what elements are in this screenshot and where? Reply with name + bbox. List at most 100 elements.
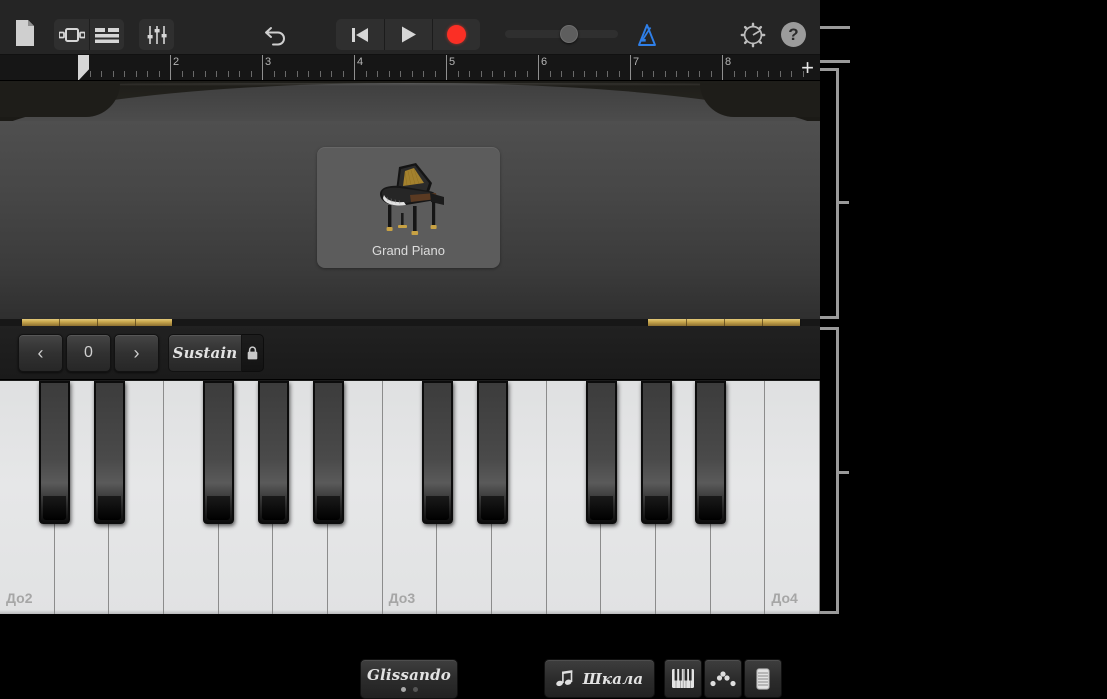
ruler-beat-tick bbox=[331, 71, 332, 77]
ruler-beat-tick bbox=[572, 71, 574, 77]
ruler-beat-tick bbox=[526, 71, 528, 77]
settings-button[interactable] bbox=[738, 20, 768, 50]
track-list-icon bbox=[95, 27, 119, 43]
view-tracks-button[interactable] bbox=[54, 19, 89, 50]
view-track-list-button[interactable] bbox=[89, 19, 124, 50]
ruler-bar-mark bbox=[262, 55, 263, 80]
piano-lid-notch-left bbox=[0, 83, 120, 117]
page-dot-2[interactable] bbox=[412, 687, 418, 692]
sustain-lock-button[interactable] bbox=[242, 334, 264, 372]
ruler-beat-tick bbox=[193, 71, 194, 77]
lock-icon bbox=[247, 346, 258, 360]
undo-arrow-icon bbox=[265, 26, 285, 45]
ruler-beat-tick bbox=[492, 71, 493, 77]
ruler-beat-tick bbox=[319, 71, 321, 77]
callout-keyboard-tick bbox=[836, 471, 849, 474]
ruler-beat-tick bbox=[469, 71, 470, 77]
brass-segment-right bbox=[648, 319, 800, 326]
keyboard-view-buttons bbox=[664, 659, 782, 698]
ruler-beat-tick bbox=[791, 71, 792, 77]
ruler-beat-tick bbox=[365, 71, 367, 77]
metronome-button[interactable] bbox=[632, 19, 662, 51]
octave-control: ‹ 0 › bbox=[18, 334, 159, 372]
record-button[interactable] bbox=[432, 19, 480, 50]
ruler-bar-mark bbox=[722, 55, 723, 80]
black-key[interactable] bbox=[257, 381, 289, 524]
glissando-button[interactable]: Glissando bbox=[360, 659, 458, 699]
play-icon bbox=[401, 26, 416, 43]
ruler-bar-number: 2 bbox=[173, 56, 180, 68]
volume-knob[interactable] bbox=[560, 25, 578, 43]
ruler-beat-tick bbox=[607, 71, 608, 77]
ruler-beat-tick bbox=[342, 71, 344, 77]
piano-keyboard[interactable]: До2 До3 До4 bbox=[0, 381, 820, 614]
black-key[interactable] bbox=[312, 381, 344, 524]
gear-icon bbox=[740, 22, 766, 48]
white-key-label: До3 bbox=[388, 590, 416, 606]
undo-button[interactable] bbox=[260, 19, 292, 50]
callout-track-area-cap-1 bbox=[820, 68, 839, 71]
ruler-beat-tick bbox=[768, 71, 769, 77]
timeline-ruler[interactable]: 12345678 + bbox=[0, 55, 820, 81]
play-button[interactable] bbox=[384, 19, 432, 50]
black-key[interactable] bbox=[93, 381, 125, 524]
ruler-beat-tick bbox=[779, 71, 781, 77]
record-icon bbox=[447, 25, 466, 44]
ruler-beat-tick bbox=[101, 71, 102, 77]
ruler-beat-tick bbox=[434, 71, 436, 77]
view-toggle-group bbox=[54, 19, 124, 50]
ruler-beat-tick bbox=[227, 71, 229, 77]
ruler-bar-mark bbox=[446, 55, 447, 80]
ruler-beat-tick bbox=[745, 71, 746, 77]
ruler-beat-tick bbox=[216, 71, 217, 77]
ruler-bar-mark bbox=[170, 55, 171, 80]
instrument-card[interactable]: Grand Piano bbox=[317, 147, 500, 268]
page-dot-1[interactable] bbox=[400, 687, 406, 692]
white-key-label: До2 bbox=[6, 590, 33, 606]
mixer-button[interactable] bbox=[139, 19, 174, 50]
ruler-bar-mark bbox=[538, 55, 539, 80]
metronome-icon bbox=[638, 24, 656, 46]
help-button[interactable]: ? bbox=[781, 22, 806, 47]
ruler-beat-tick bbox=[733, 71, 735, 77]
master-volume-slider[interactable] bbox=[505, 25, 618, 43]
ruler-beat-tick bbox=[641, 71, 643, 77]
ruler-beat-tick bbox=[400, 71, 401, 77]
ruler-beat-tick bbox=[653, 71, 654, 77]
black-key[interactable] bbox=[39, 381, 71, 524]
ruler-beat-tick bbox=[423, 71, 424, 77]
white-key[interactable]: До4 bbox=[765, 381, 820, 614]
ruler-bar-number: 7 bbox=[633, 56, 640, 68]
octave-down-button[interactable]: ‹ bbox=[18, 334, 63, 372]
rewind-button[interactable] bbox=[336, 19, 384, 50]
ruler-beat-tick bbox=[503, 71, 505, 77]
scale-button[interactable]: Шкала bbox=[544, 659, 655, 698]
sustain-button[interactable]: Sustain bbox=[168, 334, 242, 372]
black-key[interactable] bbox=[640, 381, 672, 524]
black-key[interactable] bbox=[203, 381, 235, 524]
my-songs-button[interactable] bbox=[12, 18, 38, 48]
keyboard-layout-button[interactable] bbox=[664, 659, 702, 698]
ruler-beat-tick bbox=[388, 71, 390, 77]
keyboard-control-bar: ‹ 0 › Sustain Glissando Шкала bbox=[0, 326, 820, 699]
callout-track-area-spine bbox=[836, 68, 839, 319]
ruler-beat-tick bbox=[181, 71, 183, 77]
black-key[interactable] bbox=[476, 381, 508, 524]
arpeggiator-button[interactable] bbox=[704, 659, 742, 698]
brass-segment-left bbox=[22, 319, 172, 326]
instrument-card-label: Grand Piano bbox=[372, 243, 445, 258]
double-note-icon bbox=[555, 669, 573, 686]
black-key[interactable] bbox=[421, 381, 453, 524]
document-icon bbox=[16, 20, 34, 46]
playhead[interactable] bbox=[78, 55, 89, 80]
callout-ruler bbox=[820, 60, 850, 63]
ruler-bar-mark bbox=[354, 55, 355, 80]
add-track-button[interactable]: + bbox=[801, 57, 814, 79]
faders-icon bbox=[147, 25, 167, 44]
key-size-button[interactable] bbox=[744, 659, 782, 698]
octave-up-button[interactable]: › bbox=[114, 334, 159, 372]
ruler-beat-tick bbox=[549, 71, 551, 77]
black-key[interactable] bbox=[695, 381, 727, 524]
piano-lid-notch-right bbox=[700, 83, 820, 117]
black-key[interactable] bbox=[585, 381, 617, 524]
